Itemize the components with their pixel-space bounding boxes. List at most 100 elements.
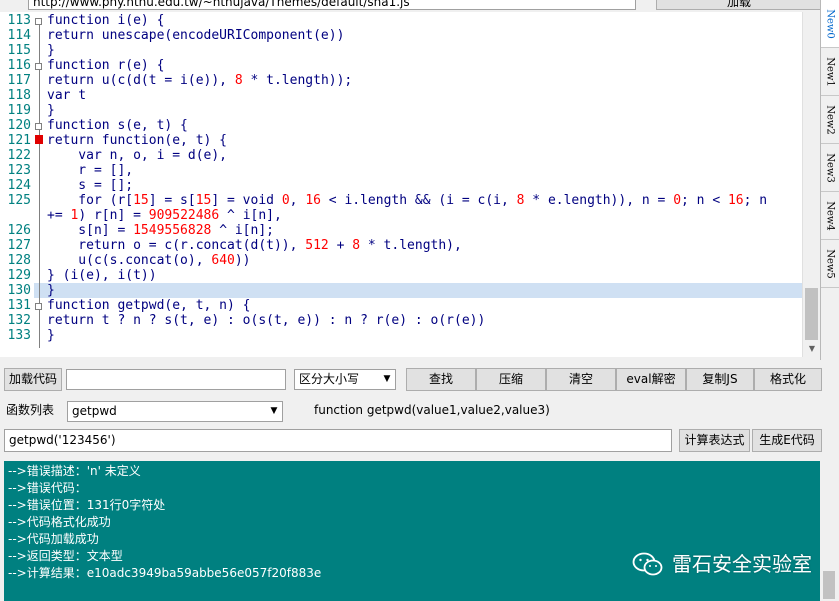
function-signature: function getpwd(value1,value2,value3) (314, 403, 550, 417)
code-token: return u(c(d(t = i(e)), (47, 73, 235, 88)
line-number: 127 (7, 238, 31, 253)
tab-new3[interactable]: New3 (821, 144, 839, 192)
bookmark-marker-icon[interactable] (35, 135, 43, 144)
line-number: 130 (7, 283, 31, 298)
calculate-expression-button[interactable]: 计算表达式 (679, 429, 750, 452)
tab-label: New4 (824, 201, 836, 231)
code-line: return function(e, t) { (47, 133, 227, 148)
code-line: return o = c(r.concat(d(t)), 512 + 8 * t… (47, 238, 462, 253)
line-number: 114 (7, 28, 31, 43)
fold-toggle-icon[interactable] (35, 63, 42, 70)
tab-new0[interactable]: New0 (821, 0, 839, 48)
code-token: u(c(s.concat(o), (47, 253, 212, 268)
clear-button[interactable]: 清空 (546, 368, 616, 391)
code-token: += (47, 208, 71, 223)
code-token: * t.length)); (242, 73, 353, 88)
line-number-gutter: 113 114 115 116 117 118 119 120 121 122 123 124 125 1… (0, 12, 32, 357)
code-token: return t ? n ? s(t, e) : o(s(t, e)) : n … (47, 313, 486, 328)
line-number: 133 (7, 328, 31, 343)
code-number-token: 512 (305, 238, 329, 253)
fold-toggle-icon[interactable] (35, 303, 42, 310)
code-token: for (r[ (47, 193, 134, 208)
code-line: var n, o, i = d(e), (47, 148, 227, 163)
code-token: ; n (743, 193, 768, 208)
chevron-down-icon[interactable]: ▼ (265, 402, 282, 421)
url-input[interactable]: http://www.phy.nthu.edu.tw/~nthujava/The… (28, 0, 636, 10)
code-token: function s(e, t) { (47, 118, 188, 133)
line-number: 132 (7, 313, 31, 328)
tab-new1[interactable]: New1 (821, 48, 839, 96)
code-token: ^ i[n], (219, 208, 282, 223)
output-vertical-scrollbar[interactable] (820, 461, 839, 601)
compress-button[interactable]: 压缩 (476, 368, 546, 391)
log-line: -->错误代码： (8, 481, 87, 495)
line-number: 120 (7, 118, 31, 133)
code-token: return unescape(encodeURIComponent(e)) (47, 28, 345, 43)
code-token: var n, o, i = d(e), (47, 148, 228, 163)
watermark: 雷石安全实验室 (632, 548, 822, 580)
fold-toggle-icon[interactable] (35, 18, 42, 25)
top-bar: http://www.phy.nthu.edu.tw/~nthujava/The… (0, 0, 839, 12)
code-line: += 1) r[n] = 909522486 ^ i[n], (47, 208, 282, 223)
line-number: 129 (7, 268, 31, 283)
code-token: ^ i[n]; (211, 223, 274, 238)
tab-new4[interactable]: New4 (821, 192, 839, 240)
function-list-label: 函数列表 (6, 403, 55, 417)
code-number-token: 0 (673, 193, 682, 208)
code-token: + (328, 238, 353, 253)
output-log[interactable]: -->错误描述：'n' 未定义 -->错误代码： -->错误位置：131行0字符… (4, 461, 820, 601)
code-line: var t (47, 88, 86, 103)
fold-toggle-icon[interactable] (35, 123, 42, 130)
code-token: , (289, 193, 306, 208)
line-number: 115 (7, 43, 31, 58)
case-sensitive-select[interactable]: 区分大小写 ▼ (294, 369, 396, 390)
scroll-down-arrow-icon[interactable]: ▼ (807, 344, 817, 354)
log-line: -->返回类型：文本型 (8, 549, 123, 563)
code-token: function getpwd(e, t, n) { (47, 298, 251, 313)
code-number-token: 1549556828 (133, 223, 212, 238)
code-line: r = [], (47, 163, 133, 178)
line-number: 121 (7, 133, 31, 148)
function-list-select[interactable]: getpwd ▼ (67, 401, 283, 422)
code-line: } (47, 328, 55, 343)
chevron-down-icon[interactable]: ▼ (378, 370, 395, 389)
code-token: * t.length), (360, 238, 462, 253)
code-editor[interactable]: 113 114 115 116 117 118 119 120 121 122 123 124 125 1… (0, 12, 820, 357)
code-line: s = []; (47, 178, 133, 193)
code-token: } (47, 43, 55, 58)
copy-js-button[interactable]: 复制JS (686, 368, 754, 391)
code-line: } (47, 103, 55, 118)
find-button[interactable]: 查找 (406, 368, 476, 391)
line-number: 122 (7, 148, 31, 163)
load-url-button[interactable]: 加载 (656, 0, 822, 10)
line-number: 116 (7, 58, 31, 73)
eval-decode-button[interactable]: eval解密 (616, 368, 686, 391)
code-token: ] = void (211, 193, 282, 208)
line-number: 118 (7, 88, 31, 103)
log-line: -->错误位置：131行0字符处 (8, 498, 166, 512)
tab-new5[interactable]: New5 (821, 240, 839, 288)
log-line: -->代码加载成功 (8, 532, 99, 546)
scrollbar-thumb[interactable] (823, 571, 835, 599)
code-line: } (47, 43, 55, 58)
current-line-highlight (34, 283, 802, 298)
generate-e-code-button[interactable]: 生成E代码 (752, 429, 822, 452)
code-token: return function(e, t) { (47, 133, 228, 148)
code-token: s[n] = (47, 223, 134, 238)
code-token: ) r[n] = (78, 208, 149, 223)
code-token: ; n < (681, 193, 728, 208)
code-line: } (i(e), i(t)) (47, 268, 157, 283)
editor-vertical-scrollbar[interactable]: ▼ (802, 12, 820, 357)
code-number-token: 15 (195, 193, 212, 208)
code-line: for (r[15] = s[15] = void 0, 16 < i.leng… (47, 193, 767, 208)
tab-new2[interactable]: New2 (821, 96, 839, 144)
expression-input[interactable]: getpwd('123456') (4, 429, 672, 452)
load-code-input[interactable] (66, 369, 286, 390)
format-button[interactable]: 格式化 (754, 368, 822, 391)
scrollbar-thumb[interactable] (805, 288, 818, 340)
line-number: 119 (7, 103, 31, 118)
load-code-button[interactable]: 加载代码 (4, 368, 62, 391)
code-number-token: 16 (305, 193, 321, 208)
line-number: 131 (7, 298, 31, 313)
code-number-token: 16 (727, 193, 744, 208)
